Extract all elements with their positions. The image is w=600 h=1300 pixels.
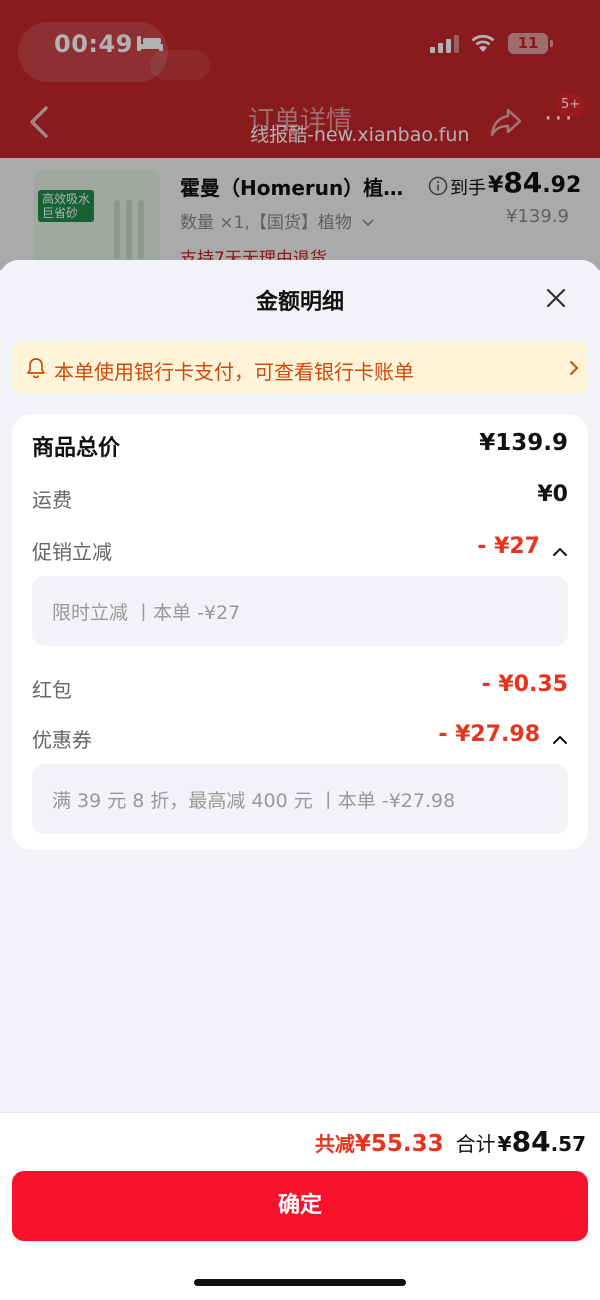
total-integer: 84	[511, 1125, 551, 1158]
coupon-label: 优惠券	[32, 728, 92, 752]
redpacket-row: 红包 - ¥0.35	[12, 668, 588, 708]
redpacket-value: - ¥0.35	[481, 672, 568, 697]
coupon-row[interactable]: 优惠券 - ¥27.98	[12, 718, 588, 758]
shipping-label: 运费	[32, 488, 72, 512]
bank-card-notice[interactable]: 本单使用银行卡支付，可查看银行卡账单	[12, 342, 588, 394]
sheet-title: 金额明细	[255, 290, 344, 315]
amount-breakdown-card: 商品总价 ¥139.9 运费 ¥0 促销立减 - ¥27 限时立减 丨本单 -¥…	[12, 414, 588, 850]
chevron-up-icon[interactable]	[552, 543, 568, 562]
total-currency: ¥	[497, 1132, 512, 1156]
coupon-detail: 满 39 元 8 折，最高减 400 元 丨本单 -¥27.98	[32, 764, 568, 834]
saved-label: 共减	[314, 1132, 355, 1156]
confirm-button[interactable]: 确定	[12, 1171, 588, 1241]
promo-detail-text: 限时立减 丨本单 -¥27	[52, 602, 241, 624]
sheet-footer: 共减¥55.33 合计 ¥84.57 确定	[0, 1112, 600, 1300]
total-decimal: .57	[550, 1132, 586, 1156]
saved-value: ¥55.33	[354, 1131, 444, 1157]
close-icon	[546, 288, 566, 308]
chevron-right-icon	[568, 359, 580, 381]
goods-total-value: ¥139.9	[479, 430, 568, 456]
coupon-value: - ¥27.98	[438, 722, 540, 747]
total-label: 合计	[455, 1132, 496, 1156]
home-indicator	[194, 1279, 406, 1286]
chevron-up-icon[interactable]	[552, 731, 568, 750]
promo-row[interactable]: 促销立减 - ¥27	[12, 530, 588, 570]
promo-label: 促销立减	[32, 540, 112, 564]
notice-text: 本单使用银行卡支付，可查看银行卡账单	[54, 360, 414, 384]
goods-total-row: 商品总价 ¥139.9	[12, 426, 588, 466]
shipping-row: 运费 ¥0	[12, 478, 588, 518]
overlay-scrim[interactable]	[0, 0, 600, 270]
goods-total-label: 商品总价	[32, 436, 121, 461]
amount-detail-sheet: 金额明细 本单使用银行卡支付，可查看银行卡账单 商品总价 ¥139.9 运费 ¥…	[0, 260, 600, 1300]
shipping-value: ¥0	[537, 482, 568, 507]
coupon-detail-text: 满 39 元 8 折，最高减 400 元 丨本单 -¥27.98	[52, 790, 456, 812]
redpacket-label: 红包	[32, 678, 72, 702]
close-button[interactable]	[542, 284, 570, 312]
promo-detail: 限时立减 丨本单 -¥27	[32, 576, 568, 646]
price-summary: 共减¥55.33 合计 ¥84.57	[315, 1125, 586, 1158]
promo-value: - ¥27	[477, 534, 540, 559]
bell-icon	[26, 357, 46, 383]
